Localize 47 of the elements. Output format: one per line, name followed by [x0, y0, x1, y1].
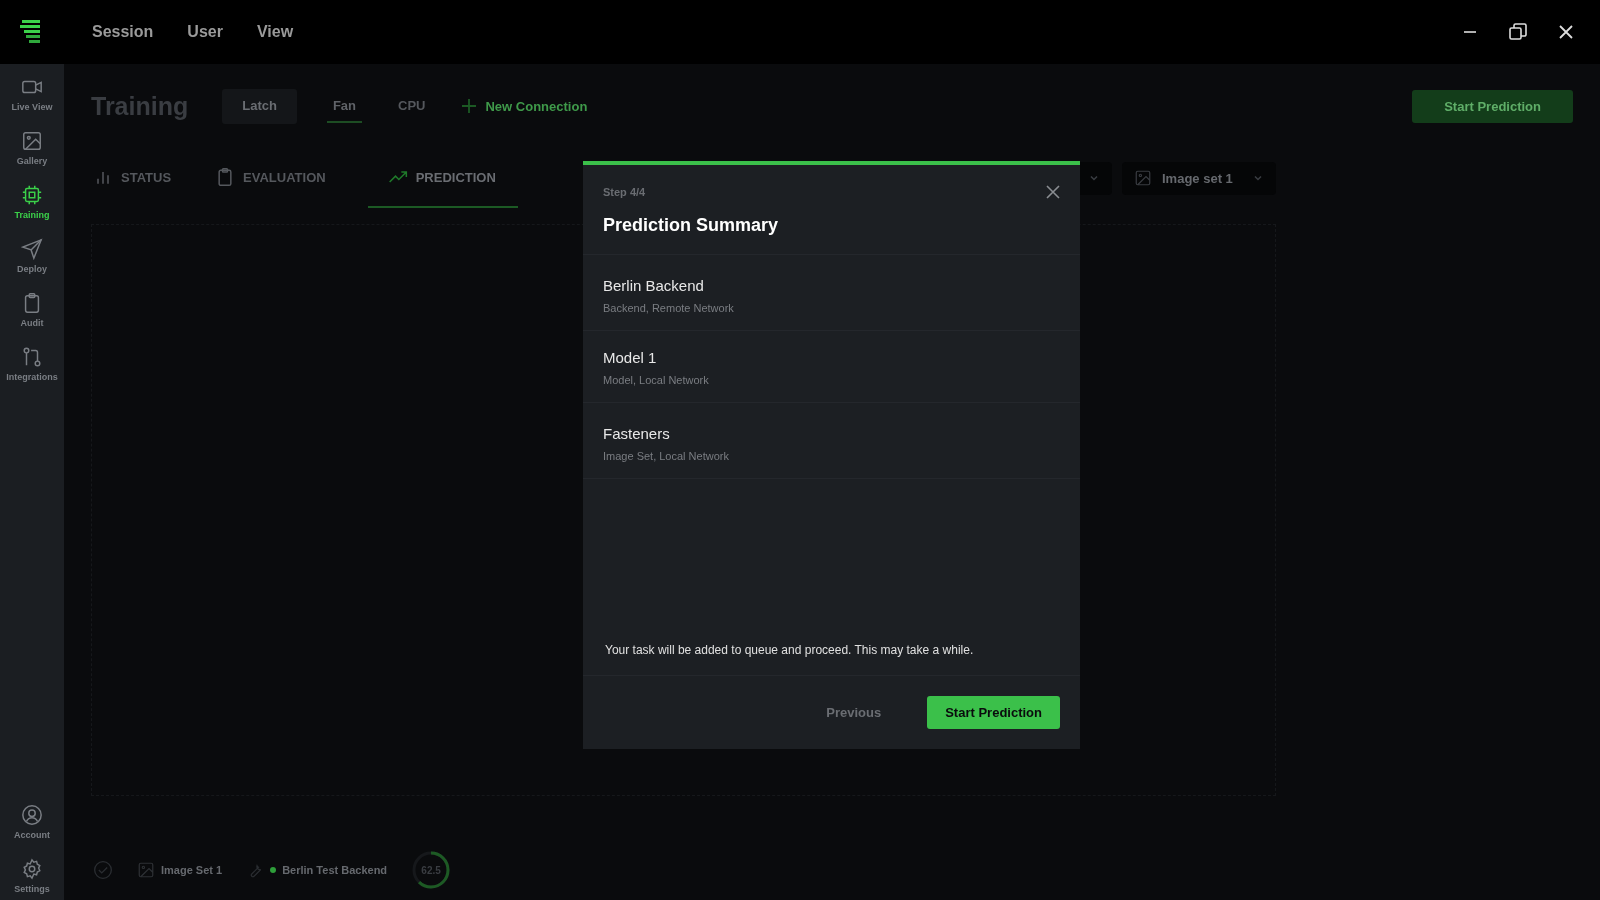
dialog-note: Your task will be added to queue and proceed. This may take a while.	[605, 643, 975, 657]
section-tab[interactable]: EVALUATION	[213, 148, 348, 208]
menu-item[interactable]: View	[256, 23, 294, 41]
start-prediction-button[interactable]: Start Prediction	[927, 696, 1060, 729]
dialog-title: Prediction Summary	[603, 215, 780, 236]
menu-item[interactable]: User	[187, 23, 223, 41]
score-gauge	[411, 850, 452, 890]
image-icon	[21, 130, 43, 152]
image-set-label: Image Set 1	[161, 864, 223, 876]
item-detail: Model, Local Network	[603, 374, 710, 386]
image-icon	[1134, 169, 1152, 187]
sidebar-item[interactable]: Gallery	[0, 130, 64, 166]
image-set-dropdown[interactable]: Image set 1	[1122, 161, 1276, 195]
step-label: Step 4/4	[603, 186, 646, 198]
section-tab[interactable]: PREDICTION	[367, 148, 518, 208]
plus-icon	[461, 98, 478, 114]
paper-plane-icon	[21, 238, 43, 260]
sidebar-item[interactable]: Integrations	[0, 346, 64, 382]
sidebar-item[interactable]: Account	[0, 804, 64, 840]
sidebar-item[interactable]: Audit	[0, 292, 64, 328]
check-circle-icon	[93, 860, 113, 880]
previous-button[interactable]: Previous	[820, 704, 888, 721]
settings-icon	[21, 858, 43, 880]
sidebar-item[interactable]: Settings	[0, 858, 64, 894]
chip-icon	[21, 184, 43, 206]
section-tab[interactable]: STATUS	[91, 148, 194, 208]
start-prediction-button[interactable]: Start Prediction	[1412, 89, 1573, 123]
sidebar-item[interactable]: Deploy	[0, 238, 64, 274]
user-circle-icon	[21, 804, 43, 826]
item-name: Model 1	[603, 349, 658, 366]
backend-label: Berlin Test Backend	[282, 864, 388, 876]
new-connection-label: New Connection	[485, 98, 588, 114]
image-icon	[137, 861, 155, 879]
sidebar-item[interactable]: Training	[0, 184, 64, 220]
new-connection-link[interactable]: New Connection	[461, 98, 588, 114]
item-detail: Backend, Remote Network	[603, 302, 735, 314]
item-name: Berlin Backend	[603, 277, 705, 294]
branch-icon	[21, 346, 43, 368]
sidebar-item[interactable]: Live View	[0, 76, 64, 112]
restore-icon[interactable]	[1508, 22, 1528, 42]
item-name: Fasteners	[603, 425, 671, 442]
item-detail: Image Set, Local Network	[603, 450, 730, 462]
status-dot	[270, 867, 277, 873]
connection-tab[interactable]: Latch	[222, 88, 297, 124]
connection-tab[interactable]: CPU	[392, 89, 432, 123]
connection-tab[interactable]: Fan	[326, 89, 363, 123]
menu-item[interactable]: Session	[92, 23, 154, 41]
